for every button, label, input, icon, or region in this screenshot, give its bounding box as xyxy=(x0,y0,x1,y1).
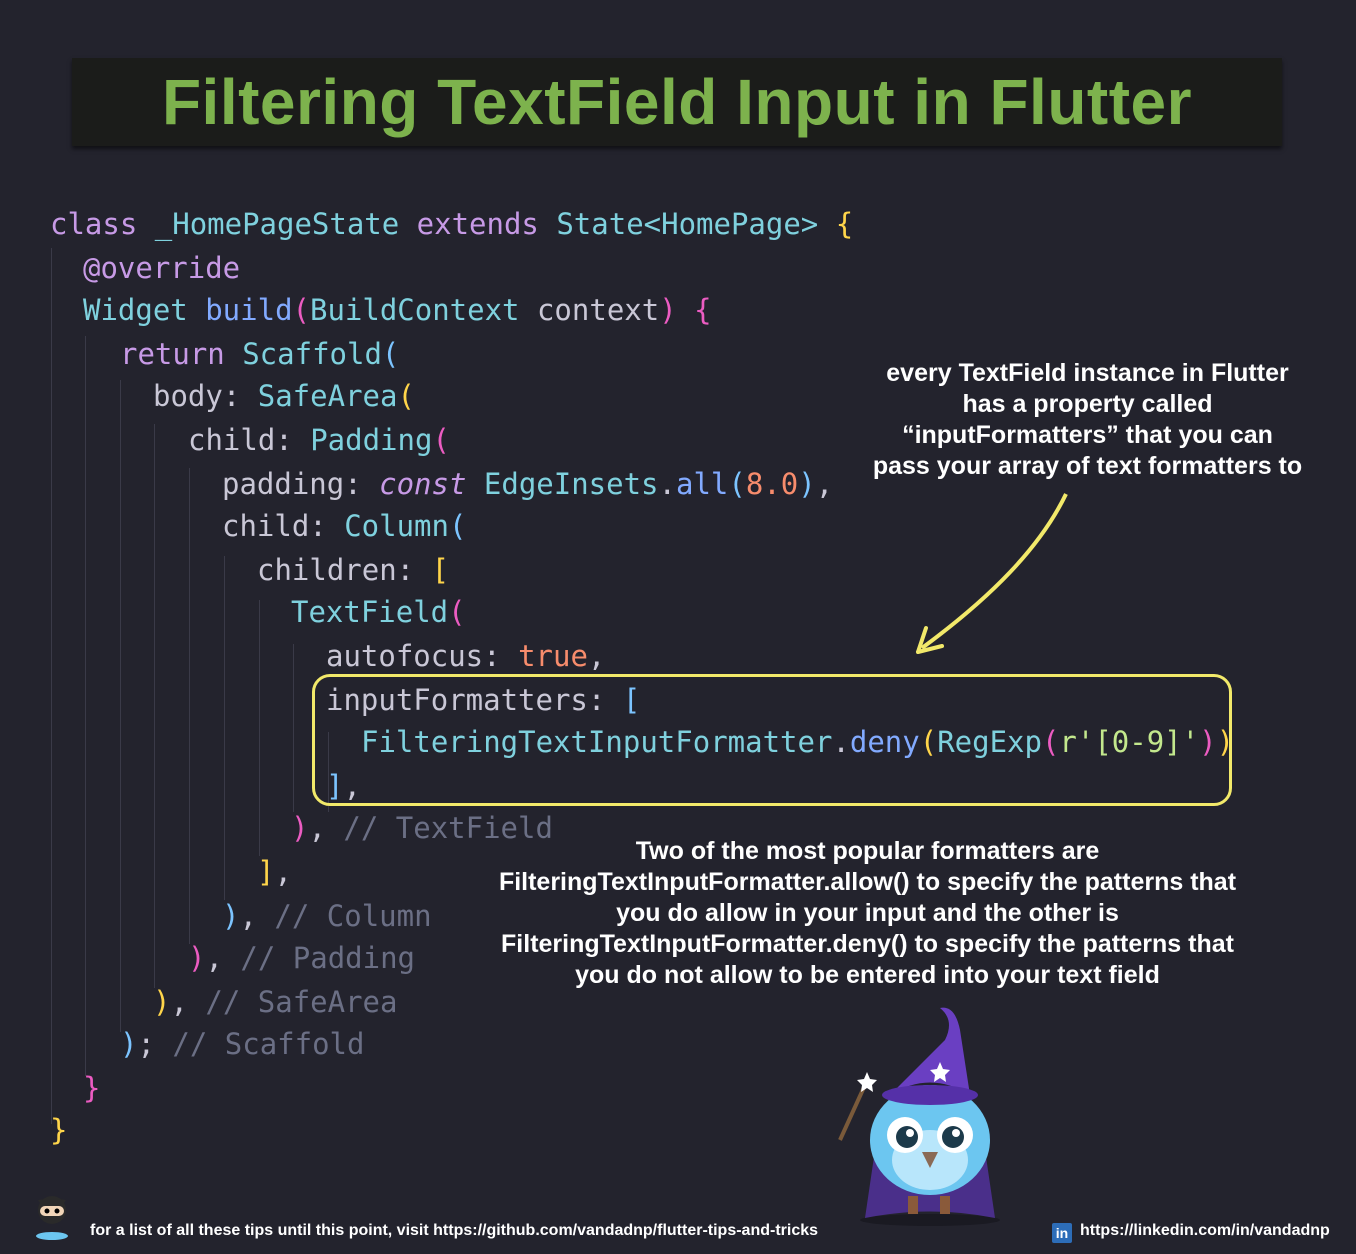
footer-github-text: for a list of all these tips until this … xyxy=(90,1222,819,1239)
code-line: ), // Column xyxy=(222,899,432,933)
code-line: } xyxy=(50,1113,68,1147)
note-line: you do not allow to be entered into your… xyxy=(575,961,1160,989)
code-line: children: [ xyxy=(257,553,450,587)
note-line: “inputFormatters” that you can xyxy=(902,421,1273,449)
note-input-formatters: every TextField instance in Flutter has … xyxy=(850,358,1325,482)
indent-guide xyxy=(259,600,260,856)
indent-guide xyxy=(293,644,294,812)
code-line: @override xyxy=(83,251,241,285)
code-line: padding: const EdgeInsets.all(8.0), xyxy=(222,467,834,501)
code-line: autofocus: true, xyxy=(326,639,606,673)
octocat-icon xyxy=(36,1196,68,1240)
note-line: pass your array of text formatters to xyxy=(872,452,1303,480)
code-line: ), // Padding xyxy=(188,941,415,975)
linkedin-icon: in xyxy=(1052,1223,1072,1243)
pointer-arrow-icon xyxy=(916,493,1068,654)
indent-guide xyxy=(120,380,121,1032)
wizard-owl-mascot-icon xyxy=(838,1007,1000,1226)
indent-guide xyxy=(154,424,155,988)
code-line: return Scaffold( xyxy=(120,337,400,371)
code-line: ); // Scaffold xyxy=(120,1027,365,1061)
title-banner: Filtering TextField Input in Flutter xyxy=(72,58,1282,146)
input-formatters-highlight xyxy=(312,674,1232,806)
note-line: has a property called xyxy=(962,390,1213,418)
footer-linkedin-text: https://linkedin.com/in/vandadnp xyxy=(1080,1222,1330,1239)
code-line: body: SafeArea( xyxy=(153,379,415,413)
note-line: FilteringTextInputFormatter.allow() to s… xyxy=(498,868,1237,896)
code-line: class _HomePageState extends State<HomeP… xyxy=(50,207,854,241)
code-line: TextField( xyxy=(291,595,466,629)
note-line: FilteringTextInputFormatter.deny() to sp… xyxy=(501,930,1234,958)
indent-guide xyxy=(85,336,86,1076)
note-popular-formatters: Two of the most popular formatters are F… xyxy=(470,836,1265,991)
indent-guide xyxy=(224,556,225,900)
code-line: child: Padding( xyxy=(188,423,450,457)
note-line: Two of the most popular formatters are xyxy=(635,837,1100,865)
code-line: child: Column( xyxy=(222,509,467,543)
code-line: ], xyxy=(257,855,292,889)
note-line: every TextField instance in Flutter xyxy=(886,359,1289,387)
indent-guide xyxy=(51,248,52,1124)
note-line: you do allow in your input and the other… xyxy=(616,899,1119,927)
code-line: Widget build(BuildContext context) { xyxy=(83,293,712,327)
page-title: Filtering TextField Input in Flutter xyxy=(161,66,1193,138)
code-line: ), // SafeArea xyxy=(153,985,398,1019)
code-line: } xyxy=(83,1071,101,1105)
indent-guide xyxy=(189,468,190,944)
